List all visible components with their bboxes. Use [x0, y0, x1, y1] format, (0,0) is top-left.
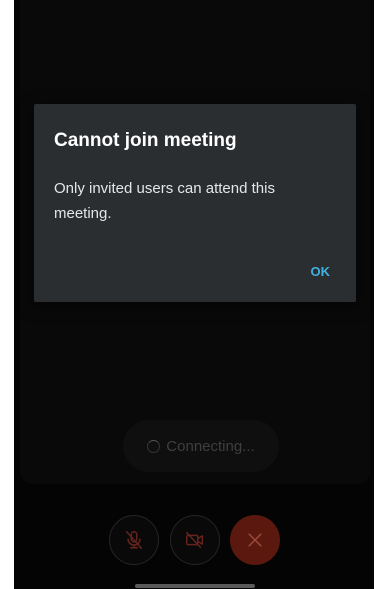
dialog-title: Cannot join meeting [54, 130, 237, 151]
error-dialog: Cannot join meeting Only invited users c… [34, 104, 356, 302]
ok-button[interactable]: OK [305, 260, 337, 283]
meeting-screen: Connecting... Cannot join meeting Only i… [14, 0, 374, 589]
dialog-message: Only invited users can attend this meeti… [54, 180, 275, 222]
